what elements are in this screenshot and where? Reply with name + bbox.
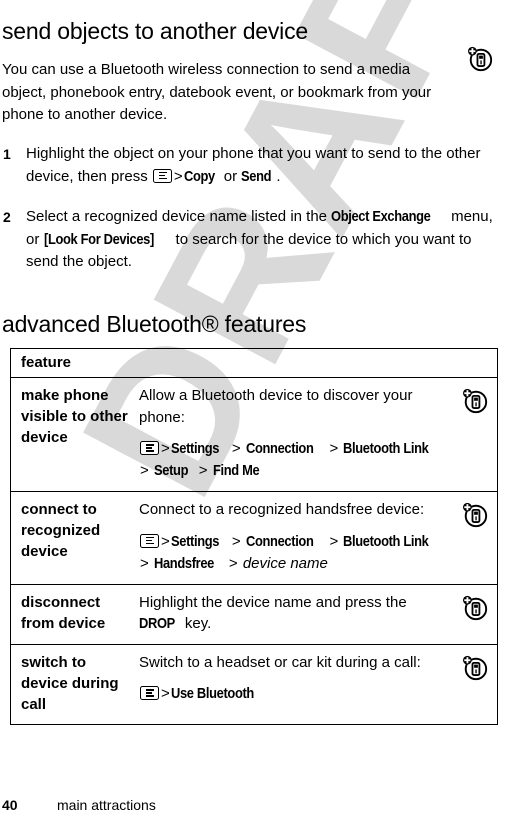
menu-key-icon xyxy=(140,533,159,548)
advanced-features-table: feature make phone visible to other devi… xyxy=(10,348,498,725)
bluetooth-device-icon xyxy=(451,585,497,644)
menu-path-segment: Bluetooth Link xyxy=(343,532,429,550)
page-title-advanced-features: advanced Bluetooth® features xyxy=(2,311,307,338)
footer-section-name: main attractions xyxy=(57,797,156,813)
menu-path-segment: Connection xyxy=(245,440,314,457)
menu-path: >Settings > Connection > Bluetooth Link … xyxy=(139,531,445,575)
bluetooth-device-icon xyxy=(451,378,497,491)
column-header-feature: feature xyxy=(21,354,72,371)
table-row: disconnect from device Highlight the dev… xyxy=(11,583,497,644)
menu-path-segment: Settings xyxy=(170,532,219,550)
table-row: make phone visible to other device Allow… xyxy=(11,377,497,491)
feature-description-text: Allow a Bluetooth device to discover you… xyxy=(139,387,413,426)
bluetooth-device-icon xyxy=(451,492,497,584)
step-number: 1 xyxy=(3,146,11,162)
step-body: Select a recognized device name listed i… xyxy=(26,206,504,274)
menu-path: >Settings > Connection > Bluetooth Link … xyxy=(139,438,445,482)
step-number: 2 xyxy=(3,209,11,225)
feature-name: connect to recognized device xyxy=(21,501,101,560)
softkey-label-drop: DROP xyxy=(139,615,175,632)
menu-path-segment: Handsfree xyxy=(153,554,214,572)
list-item: 2 Select a recognized device name listed… xyxy=(0,206,506,274)
menu-key-icon xyxy=(152,168,172,183)
feature-description-text: Connect to a recognized handsfree device… xyxy=(139,501,425,518)
menu-path-segment: Find Me xyxy=(212,462,260,479)
table-header-row: feature xyxy=(11,349,497,377)
page-title-send-objects: send objects to another device xyxy=(2,18,308,45)
page-content: send objects to another device You can u… xyxy=(0,0,508,818)
step-text-tail: . xyxy=(276,167,281,185)
feature-description-text: Switch to a headset or car kit during a … xyxy=(139,653,421,671)
list-item: 1 Highlight the object on your phone tha… xyxy=(0,143,506,188)
menu-label-object-exchange: Object Exchange xyxy=(331,208,431,225)
menu-key-icon xyxy=(140,686,159,700)
feature-description-text: Highlight the device name and press the … xyxy=(139,592,445,635)
feature-description: Highlight the device name and press the … xyxy=(139,585,451,644)
softkey-label-copy: Copy xyxy=(183,167,215,185)
menu-path-segment: Bluetooth Link xyxy=(343,440,429,457)
menu-path-segment: Settings xyxy=(170,440,219,457)
menu-path-segment: Setup xyxy=(153,462,189,479)
feature-name: disconnect from device xyxy=(21,593,106,632)
step-text-part1: Select a recognized device name listed i… xyxy=(26,208,332,225)
feature-description: Connect to a recognized handsfree device… xyxy=(139,492,451,584)
menu-path-segment: Use Bluetooth xyxy=(170,685,254,702)
table-row: switch to device during call Switch to a… xyxy=(11,643,497,724)
step-text-mid: or xyxy=(219,167,242,185)
menu-key-icon xyxy=(140,441,159,455)
feature-name: switch to device during call xyxy=(21,653,119,713)
feature-description: Allow a Bluetooth device to discover you… xyxy=(139,378,451,491)
path-separator: > xyxy=(173,167,183,185)
bluetooth-device-icon xyxy=(466,45,493,72)
page-number: 40 xyxy=(2,797,18,813)
menu-path: >Use Bluetooth xyxy=(139,683,445,705)
description-post: key. xyxy=(180,615,212,632)
feature-description: Switch to a headset or car kit during a … xyxy=(139,645,451,724)
bluetooth-device-icon xyxy=(451,645,497,724)
menu-label-look-for-devices: [Look For Devices] xyxy=(43,230,154,248)
feature-name: make phone visible to other device xyxy=(21,387,128,446)
intro-paragraph: You can use a Bluetooth wireless connect… xyxy=(2,61,432,123)
menu-path-placeholder: device name xyxy=(242,554,328,572)
menu-path-segment: Connection xyxy=(245,532,314,550)
softkey-label-send: Send xyxy=(241,167,272,185)
description-pre: Highlight the device name and press the xyxy=(139,593,407,611)
page-footer: 40 main attractions xyxy=(2,796,156,814)
table-row: connect to recognized device Connect to … xyxy=(11,491,497,584)
step-body: Highlight the object on your phone that … xyxy=(26,143,504,188)
